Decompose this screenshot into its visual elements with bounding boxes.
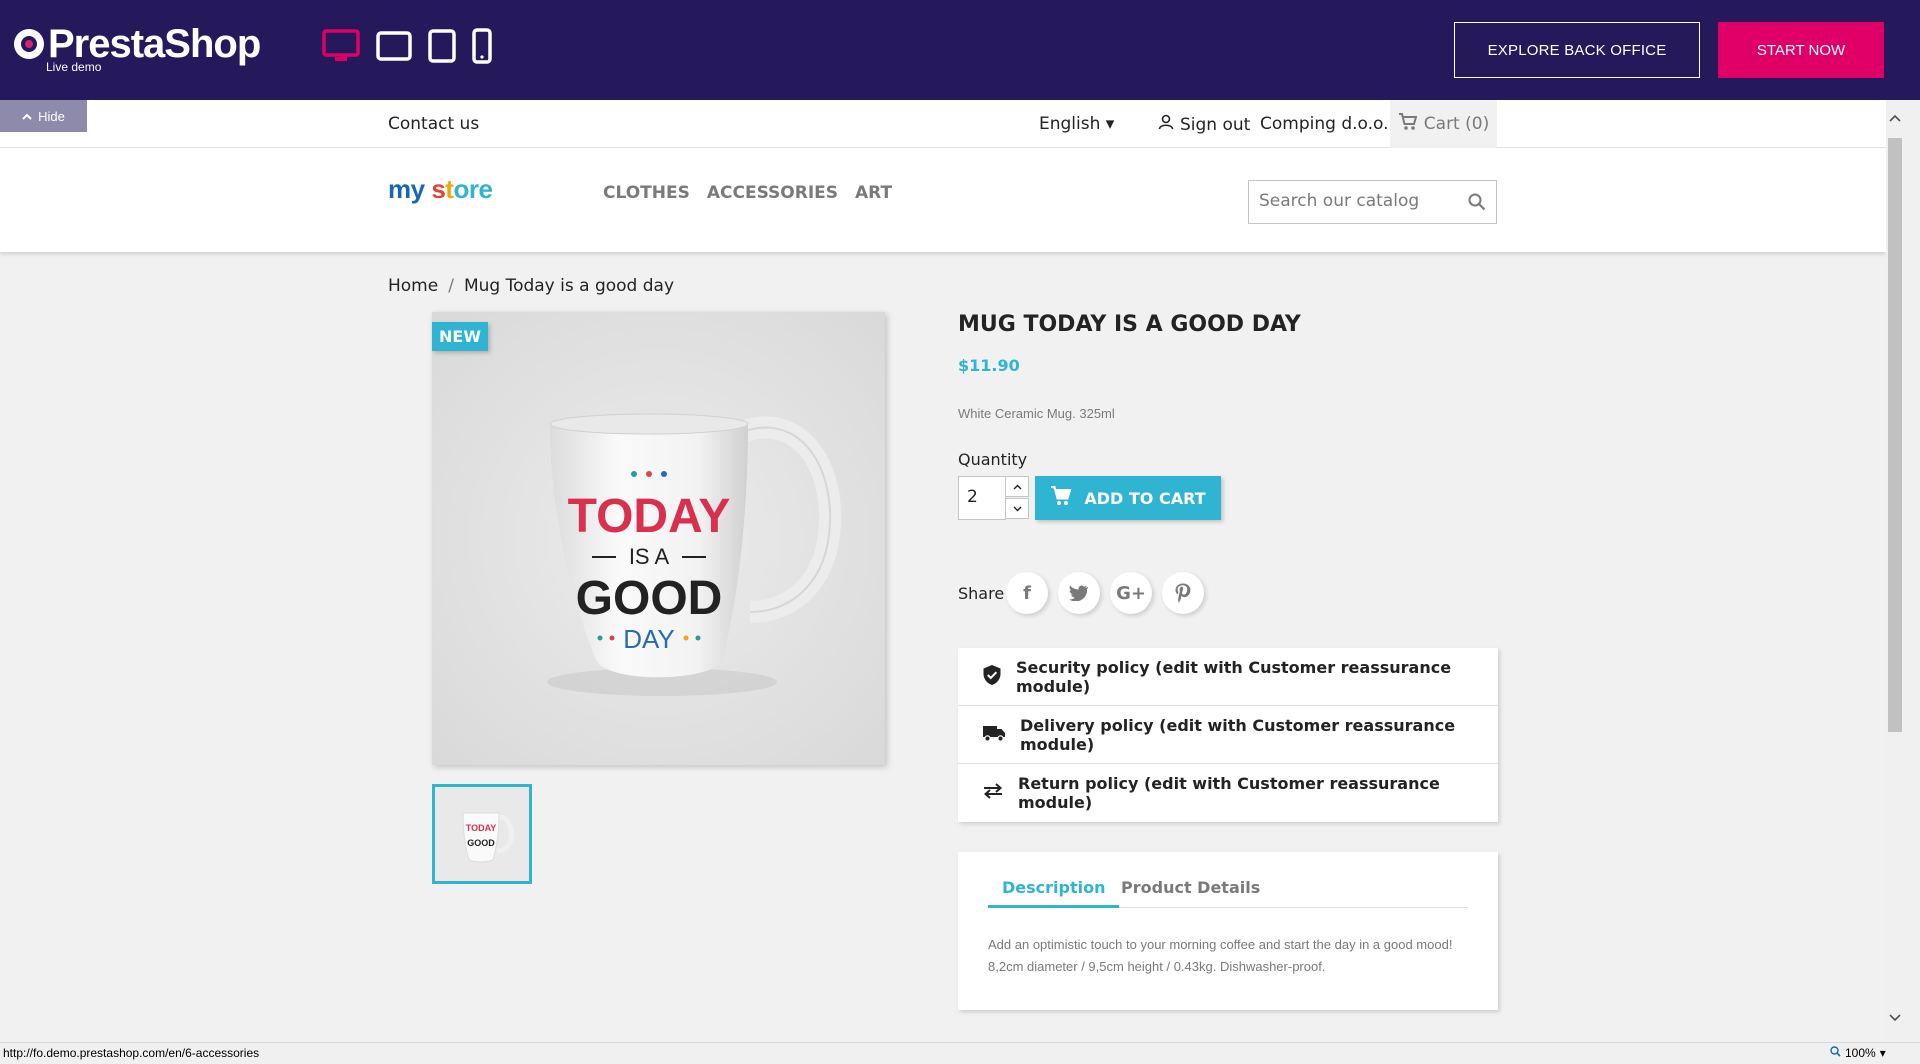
shield-check-icon [982,664,1002,690]
shopping-cart-icon [1398,112,1418,136]
explore-back-office-button[interactable]: EXPLORE BACK OFFICE [1454,22,1700,78]
product-cover-image[interactable]: TODAY IS A GOOD DAY NEW [432,312,885,765]
sign-out-link[interactable]: Sign out [1158,114,1250,135]
chevron-up-icon [22,109,32,124]
prestashop-brand: PrestaShop [48,22,261,66]
language-selector[interactable]: English ▾ [1039,114,1114,134]
start-now-button[interactable]: START NOW [1718,22,1884,78]
svg-text:GOOD: GOOD [467,838,495,848]
mug-text-line1: TODAY [568,490,731,543]
desktop-icon[interactable] [322,29,360,63]
mug-image: TODAY IS A GOOD DAY [432,312,885,765]
share-label: Share [958,584,1005,603]
menu-item-accessories[interactable]: ACCESSORIES [707,183,838,203]
chevron-up-icon [1013,484,1021,489]
reassurance-label: Return policy (edit with Customer reassu… [1018,774,1440,812]
store-frame: Contact us English ▾ Sign out Comping d.… [0,100,1886,1042]
add-to-cart-label: ADD TO CART [1084,488,1206,508]
mug-text-line2: IS A [629,544,670,569]
mug-thumbnail-image: TODAY GOOD [435,787,529,881]
breadcrumb-home[interactable]: Home [388,276,438,296]
demo-top-bar: PrestaShop Live demo EXPLORE BACK OFFICE… [0,0,1920,100]
account-name-link[interactable]: Comping d.o.o. [1260,114,1389,134]
tab-description[interactable]: Description [988,878,1120,908]
cart-button[interactable]: Cart (0) [1390,100,1497,148]
mobile-icon[interactable] [472,28,492,64]
pinterest-icon[interactable] [1162,572,1204,614]
hide-demo-bar-button[interactable]: Hide [0,100,87,132]
menu-item-clothes[interactable]: CLOTHES [603,183,690,203]
description-line-1: Add an optimistic touch to your morning … [988,937,1453,952]
user-icon [1158,114,1174,135]
menu-item-art[interactable]: ART [855,183,892,203]
facebook-icon[interactable]: f [1006,572,1048,614]
share-buttons: f G+ [1006,572,1204,614]
prestashop-puffin-icon [14,29,44,59]
quantity-decrement-button[interactable] [1005,498,1029,519]
product-price: $11.90 [958,356,1020,375]
browser-status-bar: http://fo.demo.prestashop.com/en/6-acces… [0,1042,1920,1064]
caret-down-icon: ▾ [1105,114,1115,134]
swap-arrows-icon [982,782,1004,804]
chevron-down-icon [1013,506,1021,511]
zoom-level: 100% [1845,1046,1876,1060]
device-switcher [322,28,492,64]
tablet-portrait-icon[interactable] [428,29,456,63]
product-thumbnail[interactable]: TODAY GOOD [432,784,532,884]
main-menu: CLOTHES ACCESSORIES ART [603,183,892,203]
scroll-down-arrow-icon[interactable] [1886,1010,1904,1026]
reassurance-item-return: Return policy (edit with Customer reassu… [958,764,1498,822]
search-input[interactable]: Search our catalog [1248,180,1497,224]
cart-label: Cart (0) [1423,114,1490,134]
tab-bar: Description Product Details [988,874,1468,908]
google-plus-icon[interactable]: G+ [1110,572,1152,614]
mug-text-line3: GOOD [576,572,723,625]
truck-icon [982,724,1006,746]
logo-part-1: my [388,174,425,204]
reassurance-label: Delivery policy (edit with Customer reas… [1020,715,1456,754]
zoom-icon [1830,1046,1841,1060]
caret-down-icon: ▾ [1879,1046,1886,1060]
search-icon[interactable] [1468,193,1486,216]
logo-part-4: ore [453,174,493,204]
tablet-landscape-icon[interactable] [376,31,412,61]
search-placeholder: Search our catalog [1259,191,1420,211]
mug-text-line4: DAY [623,624,675,654]
reassurance-label: Security policy (edit with Customer reas… [1016,657,1452,696]
add-to-cart-button[interactable]: ADD TO CART [1035,476,1221,520]
contact-us-link[interactable]: Contact us [388,114,479,134]
scroll-up-arrow-icon[interactable] [1886,110,1904,126]
language-label: English [1039,114,1101,134]
reassurance-block: Security policy (edit with Customer reas… [958,648,1498,822]
tab-product-details[interactable]: Product Details [1121,878,1260,897]
tab-description-content: Add an optimistic touch to your morning … [988,934,1452,978]
hide-label: Hide [38,108,65,124]
shopping-cart-icon [1050,486,1072,510]
product-tabs: Description Product Details Add an optim… [958,852,1498,1010]
reassurance-item-delivery: Delivery policy (edit with Customer reas… [958,706,1498,764]
my-store-logo[interactable]: my store [388,174,493,205]
quantity-input[interactable]: 2 [958,476,1006,520]
twitter-icon[interactable] [1058,572,1100,614]
description-line-2: 8,2cm diameter / 9,5cm height / 0.43kg. … [988,959,1326,974]
quantity-label: Quantity [958,450,1028,469]
scrollbar-thumb[interactable] [1888,138,1902,732]
svg-text:TODAY: TODAY [466,823,497,833]
logo-part-2: s [431,174,446,204]
breadcrumb-current: Mug Today is a good day [463,276,675,296]
breadcrumb: Home / Mug Today is a good day [388,276,675,296]
store-top-nav: Contact us English ▾ Sign out Comping d.… [0,100,1886,148]
quantity-increment-button[interactable] [1005,476,1029,497]
store-header: my store CLOTHES ACCESSORIES ART Search … [0,148,1886,252]
new-badge: NEW [432,322,488,351]
product-title: MUG TODAY IS A GOOD DAY [958,312,1301,337]
status-url: http://fo.demo.prestashop.com/en/6-acces… [3,1046,260,1060]
sign-out-label: Sign out [1180,114,1251,135]
reassurance-item-security: Security policy (edit with Customer reas… [958,648,1498,706]
product-short-description: White Ceramic Mug. 325ml [958,406,1115,421]
prestashop-logo[interactable]: PrestaShop [14,22,261,66]
live-demo-label: Live demo [46,60,102,74]
zoom-control[interactable]: 100% ▾ [1830,1046,1886,1060]
